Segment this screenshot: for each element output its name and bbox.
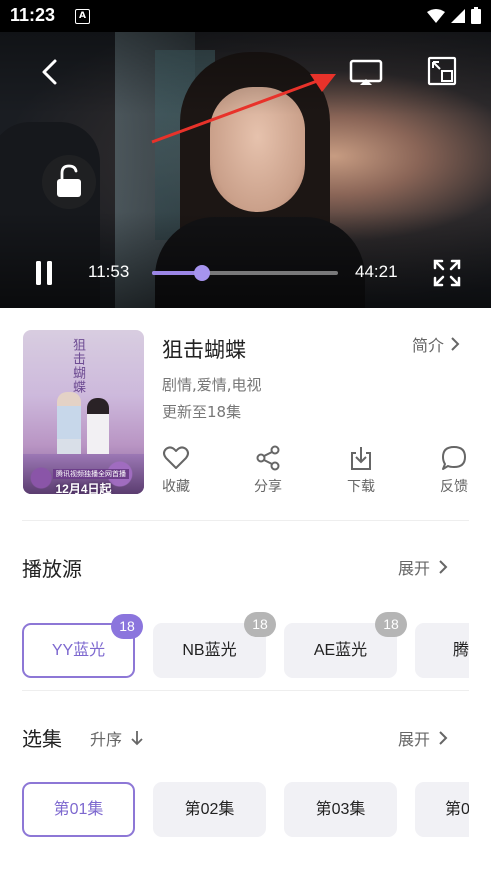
source-chip-label: NB蓝光	[182, 642, 237, 659]
source-expand-label: 展开	[398, 559, 431, 578]
info-panel: 狙击蝴蝶 腾讯视频独播全网首播 12月4日起 狙击蝴蝶 简介 剧情,爱情,电视 …	[0, 308, 491, 872]
episode-chip-label: 第03集	[315, 801, 366, 818]
notification-icon: A	[75, 9, 90, 24]
source-chip-label: 腾	[453, 642, 469, 659]
source-chip[interactable]: YY蓝光 18	[22, 614, 143, 678]
unlock-icon	[57, 164, 81, 197]
episode-section-title: 选集	[22, 727, 62, 751]
poster-tagline: 腾讯视频独播全网首播	[53, 469, 129, 479]
episode-chip[interactable]: 第01集	[22, 782, 135, 837]
status-time: 11:23	[10, 5, 56, 25]
source-chip-label: YY蓝光	[51, 642, 106, 659]
feedback-button[interactable]: 反馈	[424, 444, 484, 496]
poster-title: 狙击蝴蝶	[70, 338, 85, 394]
lock-button[interactable]	[42, 155, 96, 209]
arrow-down-icon	[131, 731, 143, 746]
episode-chip-label: 第0	[445, 801, 469, 818]
episode-expand-label: 展开	[398, 730, 431, 749]
progress-bar[interactable]	[152, 265, 338, 281]
update-status: 更新至18集	[162, 403, 242, 421]
source-section-title: 播放源	[22, 557, 82, 581]
source-chip-label: AE蓝光	[313, 642, 368, 659]
chevron-right-icon	[439, 731, 448, 745]
chevron-right-icon	[451, 337, 460, 351]
episode-chip[interactable]: 第02集	[153, 782, 266, 837]
episode-chip[interactable]: 第0	[415, 782, 469, 837]
back-icon[interactable]	[34, 55, 68, 89]
divider	[22, 520, 469, 521]
heart-icon	[163, 446, 189, 469]
show-title: 狙击蝴蝶	[162, 338, 246, 362]
status-bar: 11:23 A	[0, 0, 491, 32]
feedback-icon	[442, 446, 466, 470]
wifi-icon	[427, 8, 445, 23]
current-time: 11:53	[88, 262, 130, 281]
source-count-badge: 18	[375, 612, 407, 637]
source-count-badge: 18	[111, 614, 143, 639]
fullscreen-icon[interactable]	[432, 258, 462, 288]
poster-release-date: 12月4日起	[55, 482, 112, 494]
pause-icon[interactable]	[30, 258, 58, 288]
source-count-badge: 18	[244, 612, 276, 637]
share-button[interactable]: 分享	[238, 444, 298, 496]
favorite-button[interactable]: 收藏	[146, 444, 206, 496]
status-icons	[427, 7, 481, 24]
download-button[interactable]: 下载	[331, 444, 391, 496]
source-chip[interactable]: AE蓝光 18	[284, 612, 407, 678]
share-label: 分享	[254, 479, 282, 495]
intro-label: 简介	[412, 336, 445, 355]
signal-icon	[451, 8, 465, 23]
intro-link[interactable]: 简介	[412, 332, 460, 356]
cast-icon[interactable]	[346, 55, 386, 89]
show-genre: 剧情,爱情,电视	[162, 376, 262, 394]
sort-label: 升序	[90, 730, 123, 749]
download-label: 下载	[347, 479, 375, 495]
source-chip[interactable]: NB蓝光 18	[153, 612, 276, 678]
source-expand-button[interactable]: 展开	[398, 555, 448, 579]
episode-expand-button[interactable]: 展开	[398, 726, 448, 750]
sort-toggle[interactable]: 升序	[90, 726, 144, 750]
episode-chip-label: 第01集	[53, 801, 104, 818]
source-chip[interactable]: 腾	[415, 623, 469, 678]
chevron-right-icon	[439, 560, 448, 574]
share-icon	[256, 445, 280, 471]
feedback-label: 反馈	[440, 479, 468, 495]
source-list: YY蓝光 18 NB蓝光 18 AE蓝光 18 腾	[22, 611, 469, 691]
divider	[22, 690, 469, 691]
total-time: 44:21	[355, 262, 398, 281]
favorite-label: 收藏	[162, 479, 190, 495]
episode-list: 第01集 第02集 第03集 第0	[22, 780, 469, 840]
battery-icon	[471, 7, 481, 24]
annotation-arrow	[151, 74, 336, 144]
episode-chip-label: 第02集	[184, 801, 235, 818]
picture-in-picture-icon[interactable]	[424, 54, 460, 88]
show-poster[interactable]: 狙击蝴蝶 腾讯视频独播全网首播 12月4日起	[23, 330, 144, 494]
download-icon	[351, 447, 371, 470]
episode-chip[interactable]: 第03集	[284, 782, 397, 837]
